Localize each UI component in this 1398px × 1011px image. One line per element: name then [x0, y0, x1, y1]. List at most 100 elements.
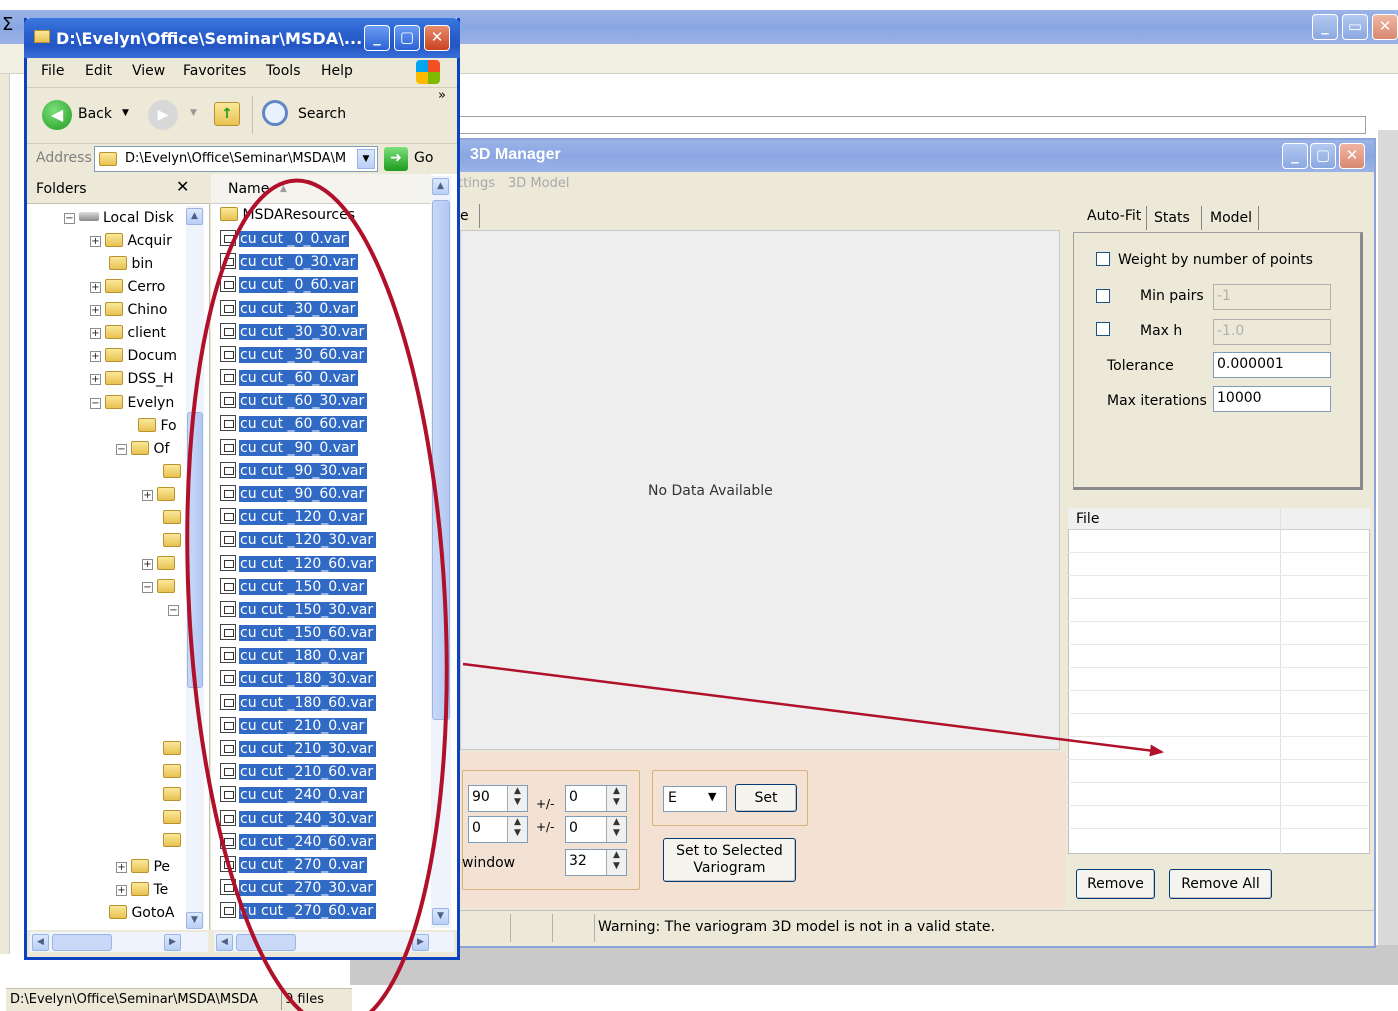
manager-tab-fragment[interactable]: e	[460, 208, 469, 224]
file-row[interactable]: cu cut _30_30.var	[220, 322, 368, 343]
bg-close-button[interactable]: ✕	[1372, 14, 1398, 40]
explorer-minimize-button[interactable]: _	[364, 25, 390, 51]
tree-subfolder[interactable]	[163, 739, 181, 759]
folders-close-icon[interactable]: ✕	[176, 177, 189, 196]
files-scroll-up-icon[interactable]: ▲	[432, 178, 449, 195]
expand-icon[interactable]: +	[90, 282, 101, 293]
tree-item-chino[interactable]: + Chino	[90, 300, 167, 320]
folders-scroll-thumb[interactable]	[187, 412, 203, 688]
tree-item-gotoa[interactable]: GotoA	[109, 903, 175, 923]
tree-subfolder[interactable]	[163, 808, 181, 828]
file-row[interactable]: cu cut _60_30.var	[220, 391, 368, 412]
file-row[interactable]: cu cut _30_0.var	[220, 299, 359, 320]
file-row[interactable]: cu cut _150_30.var	[220, 600, 377, 621]
file-row[interactable]: cu cut _60_0.var	[220, 368, 359, 389]
expand-icon[interactable]: +	[142, 559, 153, 570]
tolerance-input[interactable]: 0.000001	[1213, 352, 1331, 378]
tree-subfolder[interactable]	[163, 531, 181, 551]
explorer-close-button[interactable]: ✕	[424, 25, 450, 51]
file-row[interactable]: cu cut _120_60.var	[220, 554, 377, 575]
set-button[interactable]: Set	[735, 784, 797, 812]
file-column-header[interactable]: File	[1076, 511, 1099, 527]
expand-icon[interactable]: +	[116, 862, 127, 873]
folders-scroll-up-icon[interactable]: ▲	[186, 208, 203, 225]
manager-menu-3dmodel[interactable]: 3D Model	[508, 176, 569, 191]
expand-icon[interactable]: +	[142, 490, 153, 501]
expand-icon[interactable]: +	[90, 374, 101, 385]
axis-combo[interactable]: E ▼	[663, 786, 727, 812]
file-row[interactable]: cu cut _0_60.var	[220, 275, 359, 296]
file-row[interactable]: cu cut _210_30.var	[220, 739, 377, 760]
file-row[interactable]: cu cut _150_0.var	[220, 577, 368, 598]
chevron-down-icon[interactable]: ▼	[708, 790, 716, 803]
manager-menu-settings[interactable]: ttings	[458, 176, 495, 191]
menu-favorites[interactable]: Favorites	[183, 63, 246, 79]
tree-subfolder-collapse[interactable]: −	[168, 600, 183, 620]
collapse-icon[interactable]: −	[64, 213, 75, 224]
explorer-maximize-button[interactable]: ▢	[394, 25, 420, 51]
direction-spin-1[interactable]: ▲ ▼	[507, 786, 527, 811]
files-scroll-right-icon[interactable]: ▶	[412, 934, 429, 951]
tolerance-spin-2[interactable]: ▲ ▼	[606, 817, 626, 842]
expand-icon[interactable]: +	[90, 236, 101, 247]
tree-subfolder[interactable]	[163, 785, 181, 805]
file-row[interactable]: cu cut _210_0.var	[220, 716, 368, 737]
file-row[interactable]: cu cut _240_30.var	[220, 809, 377, 830]
go-arrow-icon[interactable]: ➜	[384, 147, 408, 171]
file-row[interactable]: cu cut _60_60.var	[220, 414, 368, 435]
tree-item-evelyn[interactable]: − Evelyn	[90, 393, 174, 413]
address-dropdown-icon[interactable]: ▼	[357, 149, 375, 169]
file-row[interactable]: cu cut _120_30.var	[220, 530, 377, 551]
tree-subfolder[interactable]	[163, 762, 181, 782]
file-row[interactable]: cu cut _240_60.var	[220, 832, 377, 853]
tolerance-field-2[interactable]: 0 ▲ ▼	[565, 816, 627, 843]
search-icon[interactable]	[262, 100, 288, 126]
max-iterations-input[interactable]: 10000	[1213, 386, 1331, 412]
tree-item-fo[interactable]: Fo	[138, 416, 177, 436]
expand-icon[interactable]: +	[90, 328, 101, 339]
files-scroll-down-icon[interactable]: ▼	[432, 908, 449, 925]
folders-scroll-right-icon[interactable]: ▶	[164, 934, 181, 951]
file-row[interactable]: cu cut _90_30.var	[220, 461, 368, 482]
file-row[interactable]: cu cut _270_60.var	[220, 901, 377, 922]
menu-tools[interactable]: Tools	[266, 63, 301, 79]
file-row[interactable]: cu cut _0_0.var	[220, 229, 350, 250]
bg-maximize-button[interactable]: ▭	[1342, 14, 1368, 40]
address-input[interactable]: D:\Evelyn\Office\Seminar\MSDA\M ▼	[94, 146, 378, 172]
min-pairs-field[interactable]: -1	[1213, 284, 1331, 310]
up-folder-icon[interactable]: ↑	[214, 102, 240, 126]
back-label[interactable]: Back	[78, 106, 112, 122]
file-row[interactable]: cu cut _240_0.var	[220, 785, 368, 806]
resource-folder-row[interactable]: MSDAResources	[220, 205, 355, 226]
collapse-icon[interactable]: −	[168, 605, 179, 616]
tree-item-pe[interactable]: + Pe	[116, 857, 170, 877]
tree-item-local-disk[interactable]: − Local Disk	[64, 208, 174, 228]
back-arrow-icon[interactable]: ◀	[42, 100, 72, 130]
file-row[interactable]: cu cut _180_60.var	[220, 693, 377, 714]
direction-field-1[interactable]: 90 ▲ ▼	[468, 785, 528, 812]
folders-hscroll-thumb[interactable]	[52, 934, 112, 951]
tolerance-field-1[interactable]: 0 ▲ ▼	[565, 785, 627, 812]
collapse-icon[interactable]: −	[116, 444, 127, 455]
go-label[interactable]: Go	[414, 150, 433, 166]
tree-subfolder[interactable]: +	[142, 485, 175, 505]
menu-view[interactable]: View	[132, 63, 165, 79]
tree-item-cerro[interactable]: + Cerro	[90, 277, 165, 297]
tree-item-acquir[interactable]: + Acquir	[90, 231, 172, 251]
files-hscroll-thumb[interactable]	[236, 934, 296, 951]
tolerance-spin-1[interactable]: ▲ ▼	[606, 786, 626, 811]
tree-item-bin[interactable]: bin	[109, 254, 153, 274]
file-row[interactable]: cu cut _150_60.var	[220, 623, 377, 644]
file-row[interactable]: cu cut _0_30.var	[220, 252, 359, 273]
remove-all-button[interactable]: Remove All	[1169, 869, 1272, 899]
file-row[interactable]: cu cut _180_30.var	[220, 669, 377, 690]
file-row[interactable]: cu cut _30_60.var	[220, 345, 368, 366]
file-row[interactable]: cu cut _90_60.var	[220, 484, 368, 505]
tab-model[interactable]: Model	[1210, 210, 1252, 226]
tree-subfolder[interactable]: −	[142, 577, 175, 597]
file-row[interactable]: cu cut _210_60.var	[220, 762, 377, 783]
manager-maximize-button[interactable]: ▢	[1310, 143, 1336, 169]
manager-close-button[interactable]: ✕	[1339, 143, 1365, 169]
tree-subfolder[interactable]	[163, 508, 181, 528]
menu-help[interactable]: Help	[321, 63, 353, 79]
